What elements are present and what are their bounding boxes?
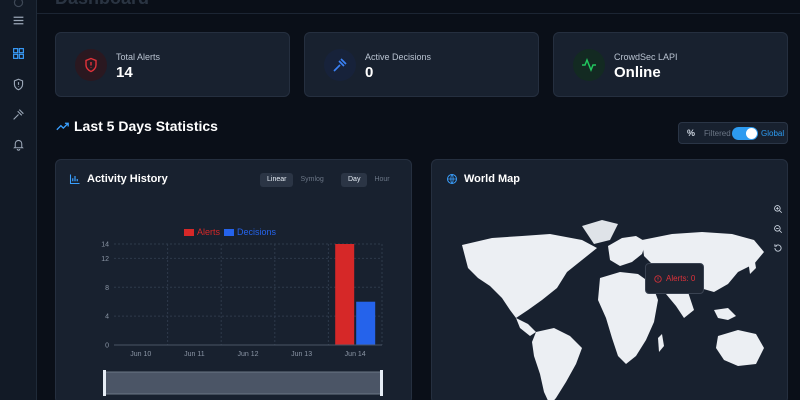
stat-value: 14 xyxy=(116,64,133,81)
x-tick-label: Jun 12 xyxy=(237,351,258,358)
map-south-america xyxy=(532,328,582,400)
y-tick-label: 8 xyxy=(105,285,109,292)
top-header: Dashboard xyxy=(37,0,800,14)
switch-knob xyxy=(746,128,757,139)
map-madagascar xyxy=(658,334,664,352)
alert-shield-icon xyxy=(75,49,107,81)
range-slider xyxy=(103,371,383,395)
x-tick-label: Jun 10 xyxy=(130,351,151,358)
map-greenland xyxy=(582,220,618,244)
logo-icon xyxy=(10,0,27,11)
sidebar-item-decisions[interactable] xyxy=(10,106,27,123)
gavel-icon xyxy=(13,109,24,120)
alert-circle-icon xyxy=(654,274,662,283)
x-tick-label: Jun 14 xyxy=(345,351,366,358)
bar-decisions xyxy=(356,301,376,345)
trending-up-icon xyxy=(56,122,69,130)
section-title: Last 5 Days Statistics xyxy=(74,118,218,134)
page-title: Dashboard xyxy=(55,0,149,9)
global-label: Global xyxy=(761,129,785,138)
activity-bar-chart: 0 4 8 12 14 Jun 10 Jun 11 Jun 12 Jun 13 Jun 14 xyxy=(101,242,383,396)
sidebar-item-notifications[interactable] xyxy=(10,136,27,153)
menu-icon[interactable] xyxy=(10,12,27,29)
sidebar-item-dashboard[interactable] xyxy=(10,45,27,62)
grid-icon xyxy=(13,48,24,59)
range-handle-right xyxy=(380,370,383,396)
bar-alerts xyxy=(335,244,355,345)
bell-icon xyxy=(13,139,24,151)
y-tick-label: 0 xyxy=(105,343,109,350)
world-map-panel: World Map Alerts: 0 xyxy=(431,159,788,400)
map-australia xyxy=(716,330,764,366)
x-tick-label: Jun 11 xyxy=(184,351,205,358)
stat-card-active-decisions: Active Decisions 0 xyxy=(304,32,539,97)
range-handle-left xyxy=(103,370,106,396)
activity-history-panel: Activity History Linear Symlog Day Hour … xyxy=(55,159,412,400)
map-north-america xyxy=(462,234,597,318)
y-tick-label: 4 xyxy=(105,314,109,321)
stat-value: 0 xyxy=(365,64,374,81)
map-europe xyxy=(608,236,646,266)
stat-label: CrowdSec LAPI xyxy=(614,52,678,62)
stat-label: Total Alerts xyxy=(116,52,161,62)
activity-icon xyxy=(573,49,605,81)
stat-value: Online xyxy=(614,64,661,81)
gavel-icon xyxy=(324,49,356,81)
stat-label: Active Decisions xyxy=(365,52,432,62)
percent-icon: % xyxy=(687,128,696,138)
map-southeast-asia xyxy=(714,308,736,320)
global-switch[interactable] xyxy=(732,127,758,140)
world-map[interactable] xyxy=(432,160,788,400)
x-tick-label: Jun 13 xyxy=(291,351,312,358)
map-tooltip: Alerts: 0 xyxy=(645,263,704,294)
shield-icon xyxy=(13,78,24,91)
stat-card-lapi-status: CrowdSec LAPI Online xyxy=(553,32,788,97)
y-tick-label: 12 xyxy=(101,256,109,263)
section-heading: Last 5 Days Statistics xyxy=(56,118,218,134)
filtered-label: Filtered xyxy=(704,129,731,138)
sidebar xyxy=(0,0,37,400)
map-central-america xyxy=(516,318,536,336)
stat-card-total-alerts: Total Alerts 14 xyxy=(55,32,290,97)
filter-toggle: % Filtered Global xyxy=(678,122,788,144)
sidebar-item-alerts[interactable] xyxy=(10,76,27,93)
y-tick-label: 14 xyxy=(101,242,109,249)
